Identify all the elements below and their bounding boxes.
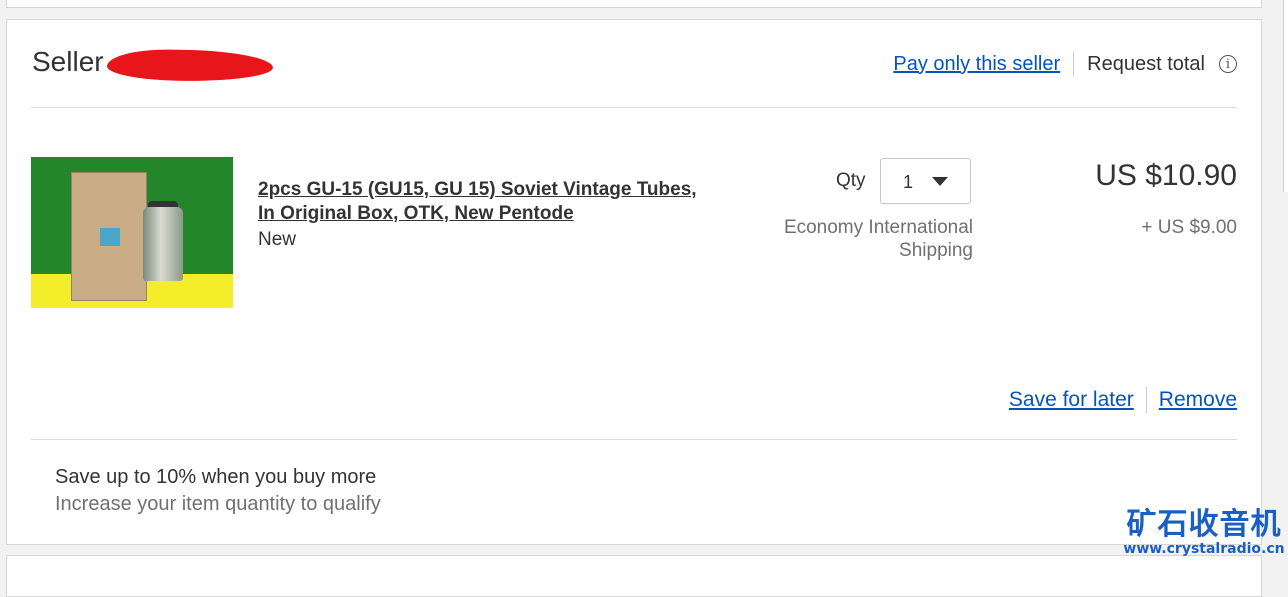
shipping-price: + US $9.00 [1141,217,1237,238]
seller-name-redaction [106,48,274,83]
header-divider-line [31,107,1237,108]
request-total-label[interactable]: Request total [1087,53,1205,76]
pay-only-this-seller-link[interactable]: Pay only this seller [893,53,1060,76]
item-title-link[interactable]: 2pcs GU-15 (GU15, GU 15) Soviet Vintage … [258,178,698,226]
remove-link[interactable]: Remove [1159,388,1237,412]
previous-seller-card [6,0,1262,8]
watermark-url: www.crystalradio.cn [1123,541,1285,557]
promo-title: Save up to 10% when you buy more [55,466,377,488]
item-actions: Save for later Remove [1009,387,1237,413]
site-watermark: 矿石收音机 www.crystalradio.cn [1120,509,1288,558]
watermark-site-name: 矿石收音机 [1126,507,1282,542]
page-scroll-edge [1283,0,1288,192]
save-for-later-link[interactable]: Save for later [1009,388,1134,412]
thumbnail-cardboard-box [71,172,147,301]
item-thumbnail[interactable] [31,157,233,308]
promo-subtitle: Increase your item quantity to qualify [55,493,381,515]
info-icon[interactable]: i [1219,55,1237,73]
header-divider [1073,52,1075,76]
chevron-down-icon [932,177,948,186]
quantity-select[interactable]: 1 [880,158,971,204]
seller-cart-card: Seller Pay only this seller Request tota… [6,19,1262,545]
thumbnail-vacuum-tube [143,207,183,281]
seller-heading: Seller [32,46,104,77]
quantity-value: 1 [903,172,914,192]
shipping-method: Economy International Shipping [783,217,973,261]
item-condition: New [258,229,297,250]
item-price: US $10.90 [1095,159,1237,192]
qty-label: Qty [836,170,866,191]
promo-divider-line [31,439,1237,440]
seller-header-actions: Pay only this seller Request total i [893,52,1237,76]
actions-divider [1145,387,1147,413]
next-seller-card [6,555,1262,597]
